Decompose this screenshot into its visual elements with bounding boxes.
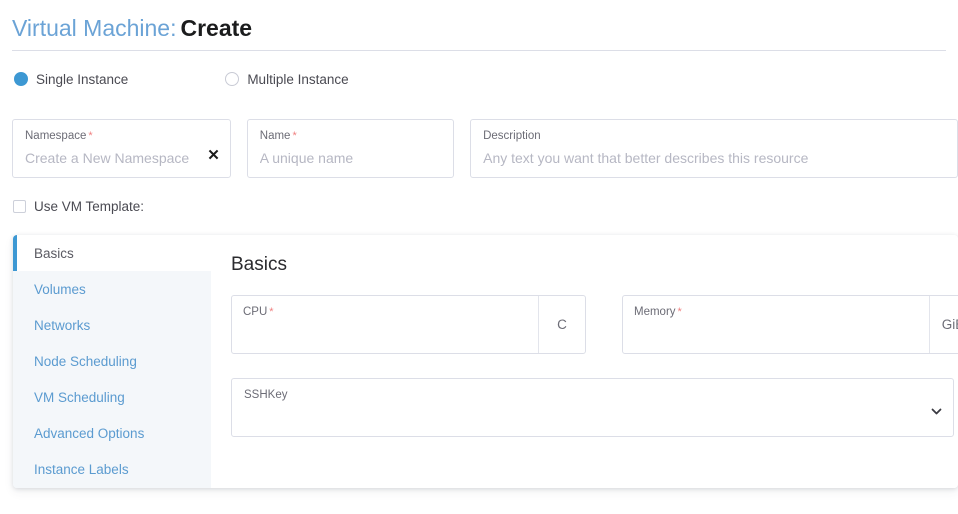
cpu-required-marker: *	[269, 306, 273, 318]
namespace-input[interactable]: Create a New Namespace	[25, 148, 218, 168]
page-title-main: Create	[181, 15, 253, 41]
radio-single-instance-label: Single Instance	[36, 72, 128, 87]
instance-mode-radio-group: Single Instance Multiple Instance	[0, 51, 958, 90]
sidebar-item-networks[interactable]: Networks	[13, 307, 211, 343]
namespace-label-text: Namespace	[25, 130, 86, 142]
sidebar-item-instance-labels[interactable]: Instance Labels	[13, 451, 211, 487]
page-title-prefix: Virtual Machine:	[12, 15, 177, 41]
sidebar-item-vm-scheduling-label: VM Scheduling	[34, 390, 125, 405]
description-field[interactable]: Description Any text you want that bette…	[470, 119, 958, 178]
checkbox-unchecked-icon[interactable]	[13, 200, 26, 213]
memory-label-text: Memory	[634, 306, 676, 318]
sshkey-label: SSHKey	[244, 388, 941, 402]
sidebar-item-volumes-label: Volumes	[34, 282, 86, 297]
name-field[interactable]: Name* A unique name	[247, 119, 454, 178]
description-label: Description	[483, 129, 945, 143]
description-label-text: Description	[483, 130, 541, 142]
sshkey-label-text: SSHKey	[244, 389, 287, 401]
name-label-text: Name	[260, 130, 291, 142]
sidebar-item-vm-scheduling[interactable]: VM Scheduling	[13, 379, 211, 415]
sidebar-item-networks-label: Networks	[34, 318, 90, 333]
vm-config-card: Basics Volumes Networks Node Scheduling …	[13, 235, 958, 488]
memory-required-marker: *	[678, 306, 682, 318]
radio-unselected-icon[interactable]	[225, 72, 239, 86]
sidebar-item-advanced-options[interactable]: Advanced Options	[13, 415, 211, 451]
chevron-down-icon[interactable]	[931, 406, 942, 417]
description-input[interactable]: Any text you want that better describes …	[483, 148, 945, 168]
close-icon[interactable]: ✕	[207, 148, 220, 163]
use-vm-template-label: Use VM Template:	[34, 199, 144, 214]
sshkey-select[interactable]: SSHKey	[231, 378, 954, 437]
sidebar-item-instance-labels-label: Instance Labels	[34, 462, 129, 477]
name-input[interactable]: A unique name	[260, 148, 441, 168]
cpu-label: CPU*	[243, 305, 538, 319]
sidebar-item-basics[interactable]: Basics	[13, 235, 211, 271]
config-tabs-sidebar: Basics Volumes Networks Node Scheduling …	[13, 235, 211, 488]
namespace-label: Namespace*	[25, 129, 218, 143]
basics-panel-title: Basics	[231, 253, 958, 277]
radio-single-instance[interactable]: Single Instance	[14, 72, 128, 87]
top-fields-row: Namespace* Create a New Namespace ✕ Name…	[12, 119, 958, 178]
use-vm-template-checkbox[interactable]: Use VM Template:	[13, 199, 144, 214]
name-label: Name*	[260, 129, 441, 143]
page-title: Virtual Machine:Create	[12, 14, 946, 42]
memory-label: Memory*	[634, 305, 929, 319]
basics-panel: Basics CPU* C Memory* GiB	[211, 235, 958, 488]
memory-field-main[interactable]: Memory*	[623, 296, 929, 353]
memory-unit: GiB	[929, 296, 958, 353]
cpu-field-main[interactable]: CPU*	[232, 296, 538, 353]
namespace-required-marker: *	[88, 130, 92, 142]
memory-field[interactable]: Memory* GiB	[622, 295, 958, 354]
cpu-label-text: CPU	[243, 306, 267, 318]
namespace-field[interactable]: Namespace* Create a New Namespace ✕	[12, 119, 231, 178]
sidebar-item-basics-label: Basics	[34, 246, 74, 261]
page-header: Virtual Machine:Create	[0, 0, 958, 40]
sidebar-item-advanced-options-label: Advanced Options	[34, 426, 144, 441]
cpu-unit: C	[538, 296, 585, 353]
radio-multiple-instance-label: Multiple Instance	[247, 72, 348, 87]
radio-selected-icon[interactable]	[14, 72, 28, 86]
radio-multiple-instance[interactable]: Multiple Instance	[225, 72, 348, 87]
name-required-marker: *	[292, 130, 296, 142]
sidebar-item-node-scheduling[interactable]: Node Scheduling	[13, 343, 211, 379]
sidebar-item-volumes[interactable]: Volumes	[13, 271, 211, 307]
cpu-memory-row: CPU* C Memory* GiB	[231, 295, 958, 354]
sidebar-item-node-scheduling-label: Node Scheduling	[34, 354, 137, 369]
cpu-field[interactable]: CPU* C	[231, 295, 586, 354]
